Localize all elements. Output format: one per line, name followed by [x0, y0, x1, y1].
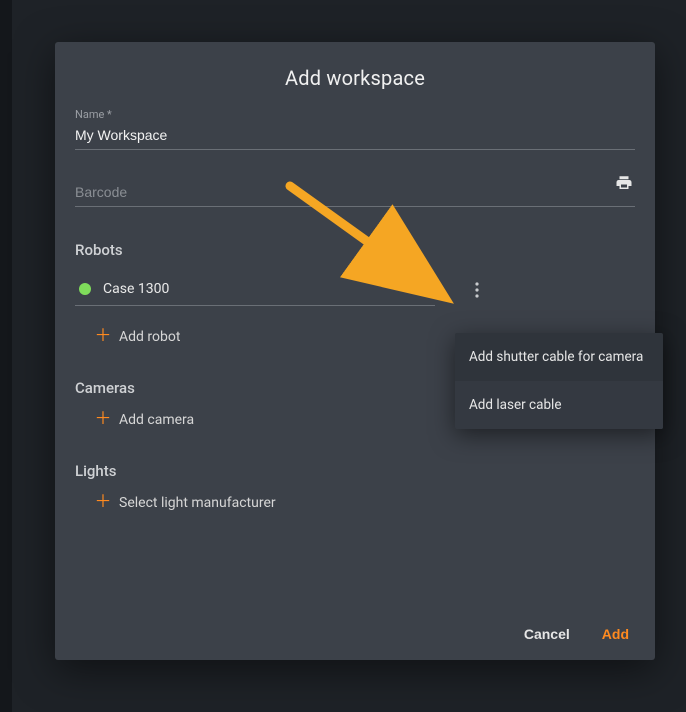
menu-item-add-laser-cable[interactable]: Add laser cable — [455, 381, 663, 429]
plus-icon: ＋ — [93, 411, 113, 428]
barcode-input[interactable] — [75, 178, 635, 207]
dialog-title: Add workspace — [55, 42, 655, 108]
name-input[interactable] — [75, 121, 635, 150]
select-light-label: Select light manufacturer — [119, 495, 276, 511]
barcode-field — [75, 178, 635, 207]
robot-context-menu: Add shutter cable for camera Add laser c… — [455, 333, 663, 429]
robots-section-title: Robots — [75, 241, 635, 259]
add-camera-label: Add camera — [119, 412, 194, 428]
robot-more-menu-button[interactable] — [465, 278, 489, 302]
cancel-button[interactable]: Cancel — [524, 626, 570, 642]
name-field: Name * — [75, 108, 635, 150]
robot-status-dot — [79, 283, 91, 295]
robot-row: Case 1300 ▼ — [75, 273, 635, 306]
plus-icon: ＋ — [93, 494, 113, 511]
robot-select[interactable]: Case 1300 ▼ — [75, 273, 435, 306]
dialog-actions: Cancel Add — [524, 626, 629, 642]
robot-name: Case 1300 — [103, 281, 421, 297]
chevron-down-icon: ▼ — [421, 284, 431, 295]
menu-item-add-shutter-cable[interactable]: Add shutter cable for camera — [455, 333, 663, 381]
add-button[interactable]: Add — [602, 626, 629, 642]
lights-section-title: Lights — [75, 462, 635, 480]
add-robot-label: Add robot — [119, 329, 180, 345]
plus-icon: ＋ — [93, 328, 113, 345]
name-label: Name * — [75, 108, 635, 121]
print-icon[interactable] — [615, 174, 633, 196]
select-light-manufacturer-button[interactable]: ＋ Select light manufacturer — [93, 494, 635, 511]
